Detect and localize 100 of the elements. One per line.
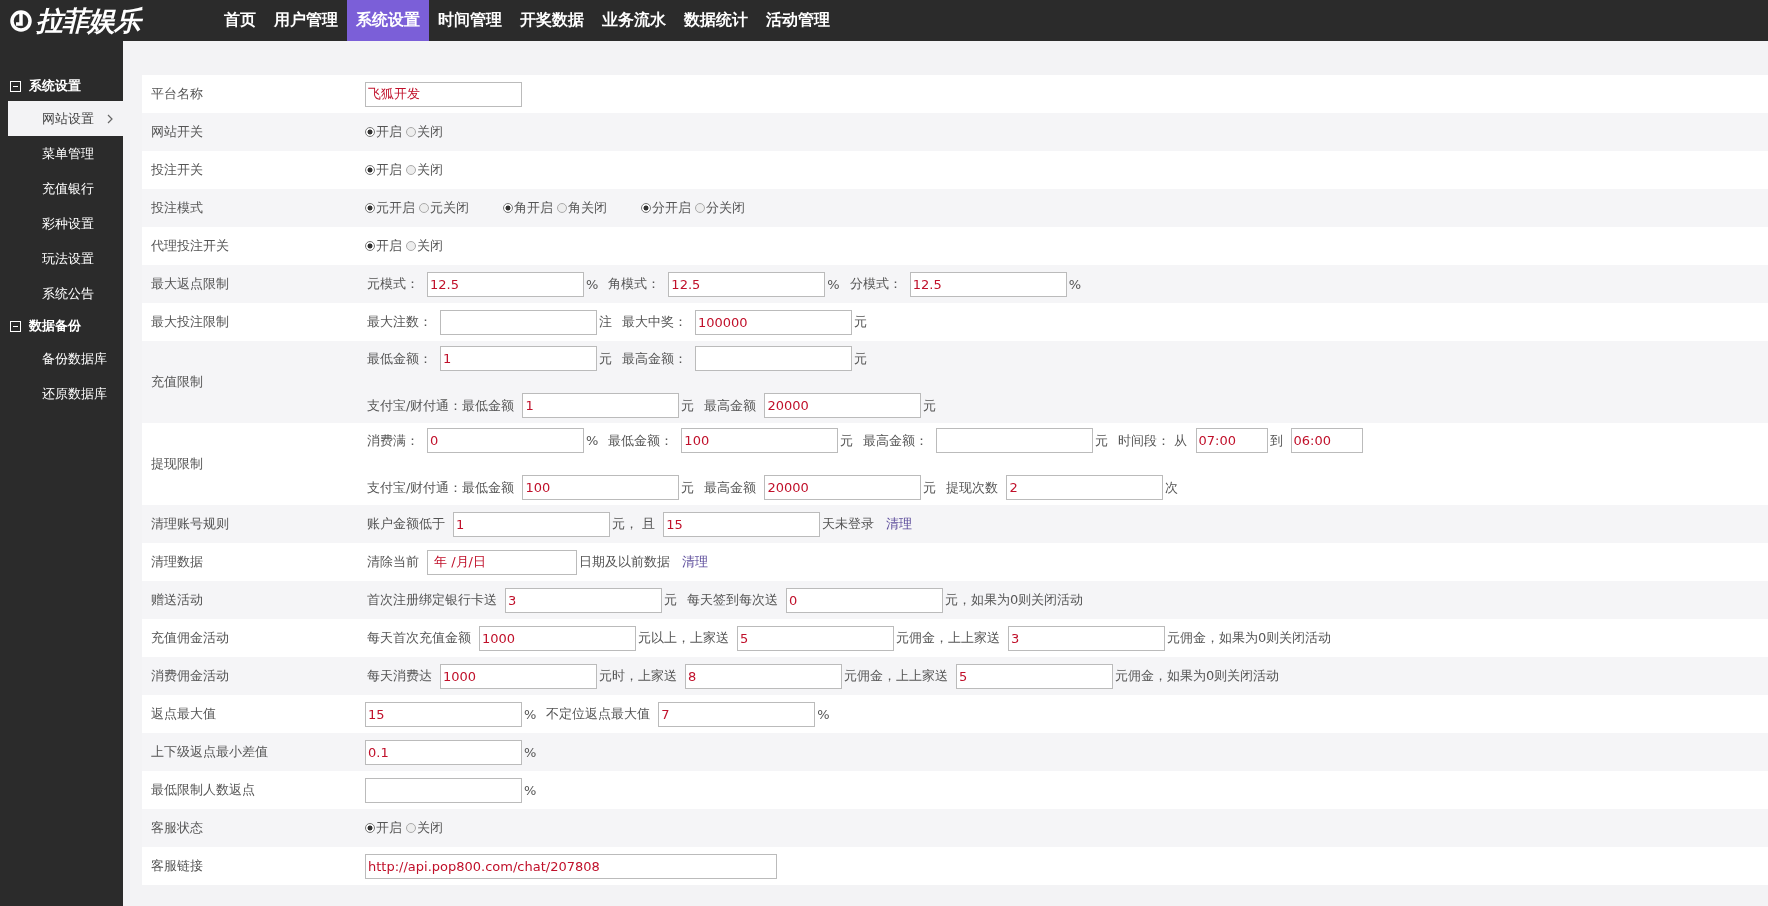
input-field[interactable]: 1: [440, 346, 597, 371]
radio-option[interactable]: 分关闭: [695, 199, 745, 217]
input-field[interactable]: 20000: [764, 475, 922, 500]
radio-option[interactable]: 关闭: [406, 819, 443, 837]
field-text: 账户金额低于: [366, 515, 446, 533]
nav-tab[interactable]: 系统设置: [347, 0, 429, 41]
field-text: 元时，上家送: [598, 667, 678, 685]
field-text: 次: [1164, 478, 1180, 497]
radio-option[interactable]: 开启: [365, 237, 402, 255]
collapse-icon: [10, 80, 21, 92]
input-field[interactable]: 2: [1006, 475, 1164, 500]
field-label: 投注开关: [150, 161, 204, 179]
input-field[interactable]: [365, 777, 522, 803]
sidebar-section[interactable]: 系统设置: [0, 71, 123, 101]
input-field[interactable]: 5: [737, 625, 894, 651]
field-text: 分模式：: [848, 275, 903, 293]
sidebar-item[interactable]: 充值银行: [8, 171, 123, 206]
field-text: %: [523, 782, 538, 798]
sidebar-item[interactable]: 网站设置: [8, 101, 123, 136]
sidebar-item[interactable]: 彩种设置: [8, 206, 123, 241]
input-field[interactable]: 3: [1008, 625, 1165, 651]
input-field[interactable]: 07:00: [1195, 428, 1268, 453]
input-field[interactable]: 15: [365, 701, 522, 727]
field-text: %: [826, 276, 841, 292]
field-text: 元: [680, 478, 696, 497]
field-label: 赠送活动: [150, 591, 204, 609]
field-text: 元以上，上家送: [637, 629, 730, 647]
field-text: %: [523, 744, 538, 760]
input-field[interactable]: 12.5: [909, 271, 1067, 297]
sidebar-item[interactable]: 菜单管理: [8, 136, 123, 171]
field-text: 每天首次充值金额: [366, 629, 472, 647]
field-text: 元，如果为0则关闭活动: [944, 591, 1085, 609]
radio-option[interactable]: 关闭: [406, 237, 443, 255]
field-label: 投注模式: [150, 199, 204, 217]
field-text: 元: [853, 349, 868, 368]
nav-tab[interactable]: 时间管理: [429, 0, 511, 41]
radio-option[interactable]: 开启: [365, 123, 402, 141]
field-text: 角模式：: [607, 275, 662, 293]
radio-option[interactable]: 关闭: [406, 161, 443, 179]
chevron-right-icon: [107, 113, 113, 124]
input-field[interactable]: 年 /月/日: [427, 549, 577, 575]
field-text: 每天消费达: [366, 667, 433, 685]
radio-option[interactable]: 角关闭: [557, 199, 607, 217]
input-field[interactable]: 20000: [764, 393, 922, 418]
radio-option[interactable]: 角开启: [503, 199, 553, 217]
input-field[interactable]: 1000: [479, 625, 636, 651]
input-field[interactable]: 3: [505, 587, 662, 613]
input-field[interactable]: 0.1: [365, 739, 522, 765]
radio-option[interactable]: 元关闭: [419, 199, 469, 217]
field-label: 充值限制: [150, 373, 204, 391]
field-text: 最高金额：: [862, 431, 930, 450]
nav-tab[interactable]: 用户管理: [265, 0, 347, 41]
input-field[interactable]: 0: [427, 428, 584, 453]
input-field[interactable]: 100: [681, 428, 839, 453]
input-field[interactable]: [695, 346, 852, 371]
input-field[interactable]: 12.5: [668, 271, 826, 297]
nav-tab[interactable]: 业务流水: [593, 0, 675, 41]
input-field[interactable]: 12.5: [427, 271, 584, 297]
input-field[interactable]: 1000: [440, 663, 597, 689]
clear-link[interactable]: 清理: [678, 553, 712, 571]
input-field[interactable]: 8: [685, 663, 842, 689]
input-field[interactable]: 15: [663, 511, 821, 537]
input-field[interactable]: http://api.pop800.com/chat/207808: [365, 853, 777, 879]
input-field[interactable]: 06:00: [1290, 428, 1363, 453]
field-text: 元: [922, 396, 938, 415]
input-field[interactable]: 100: [522, 475, 680, 500]
radio-option[interactable]: 元开启: [365, 199, 415, 217]
sidebar-section[interactable]: 数据备份: [0, 311, 123, 341]
radio-option[interactable]: 开启: [365, 161, 402, 179]
input-field[interactable]: 100000: [695, 309, 852, 335]
nav-tab[interactable]: 首页: [215, 0, 265, 41]
clear-link[interactable]: 清理: [882, 515, 917, 533]
field-text: 每天签到每次送: [686, 591, 779, 609]
field-label: 消费佣金活动: [150, 667, 230, 685]
input-field[interactable]: 飞狐开发: [365, 81, 522, 107]
field-label: 网站开关: [150, 123, 204, 141]
nav-tab[interactable]: 开奖数据: [511, 0, 593, 41]
field-text: 支付宝/财付通：最低金额: [366, 396, 516, 415]
field-text: 元: [1094, 431, 1110, 450]
radio-option[interactable]: 关闭: [406, 123, 443, 141]
input-field[interactable]: 7: [658, 701, 816, 727]
field-text: %: [523, 706, 538, 722]
input-field[interactable]: 0: [786, 587, 943, 613]
input-field[interactable]: 1: [522, 393, 680, 418]
input-field[interactable]: [936, 428, 1094, 453]
field-text: 最大注数：: [366, 313, 433, 331]
sidebar-item[interactable]: 系统公告: [8, 276, 123, 311]
input-field[interactable]: [440, 309, 597, 335]
sidebar-item[interactable]: 玩法设置: [8, 241, 123, 276]
field-text: 不定位返点最大值: [545, 705, 652, 723]
sidebar-item[interactable]: 还原数据库: [8, 376, 123, 411]
radio-option[interactable]: 开启: [365, 819, 402, 837]
radio-option[interactable]: 分开启: [641, 199, 691, 217]
nav-tab[interactable]: 活动管理: [757, 0, 839, 41]
field-label: 充值佣金活动: [150, 629, 230, 647]
input-field[interactable]: 1: [453, 511, 610, 537]
input-field[interactable]: 5: [956, 663, 1113, 689]
nav-tab[interactable]: 数据统计: [675, 0, 757, 41]
field-text: 元: [922, 478, 938, 497]
sidebar-item[interactable]: 备份数据库: [8, 341, 123, 376]
